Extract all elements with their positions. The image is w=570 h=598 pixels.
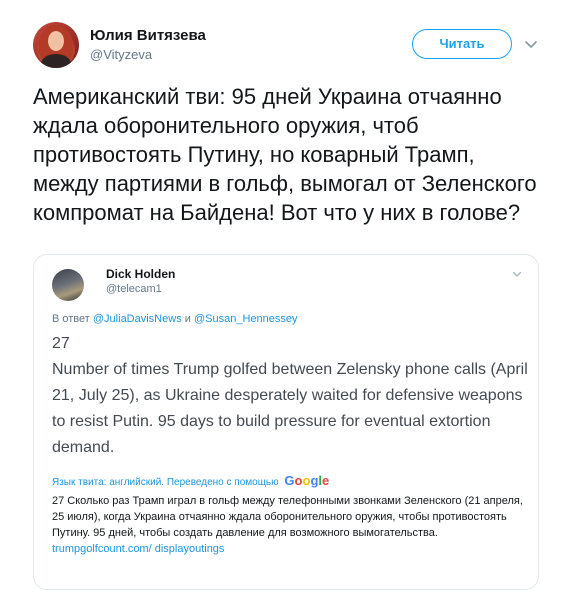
reply-to-line: В ответ @JuliaDavisNews и @Susan_Henness… [52,313,298,325]
reply-user-link-2[interactable]: @Susan_Hennessey [194,313,298,325]
author-display-name[interactable]: Юлия Витязева [90,27,206,44]
quoted-tweet[interactable]: Dick Holden @telecam1 В ответ @JuliaDavi… [33,254,539,590]
tweet-card: Юлия Витязева @Vityzeva Читать Американс… [0,0,570,598]
author-avatar[interactable] [33,22,79,68]
google-logo: Google [284,473,330,488]
quoted-author-name[interactable]: Dick Holden [106,267,175,281]
quoted-tweet-text: 27 Number of times Trump golfed between … [52,331,532,461]
translation-body: 27 Сколько раз Трамп играл в гольф между… [52,495,523,539]
quoted-text-number: 27 [52,335,70,352]
reply-and: и [184,313,191,325]
translation-attribution-text: Язык твита: английский. Переведено с пом… [52,477,279,488]
translation-text: 27 Сколько раз Трамп играл в гольф между… [52,493,527,557]
translation-attribution[interactable]: Язык твита: английский. Переведено с пом… [52,473,329,488]
tweet-text: Американский тви: 95 дней Украина отчаян… [33,84,537,225]
avatar-face [48,31,64,51]
reply-prefix: В ответ [52,313,90,325]
translation-link[interactable]: trumpgolfcount.com/ displayoutings [52,543,224,555]
quoted-author-handle[interactable]: @telecam1 [106,283,162,295]
quoted-chevron-down-icon[interactable] [512,269,522,279]
author-handle[interactable]: @Vityzeva [90,47,152,62]
quoted-author-avatar[interactable] [52,269,84,301]
quoted-text-body: Number of times Trump golfed between Zel… [52,361,528,456]
reply-user-link-1[interactable]: @JuliaDavisNews [93,313,182,325]
avatar-body [41,54,71,68]
follow-button[interactable]: Читать [412,29,512,59]
chevron-down-icon[interactable] [524,37,538,51]
